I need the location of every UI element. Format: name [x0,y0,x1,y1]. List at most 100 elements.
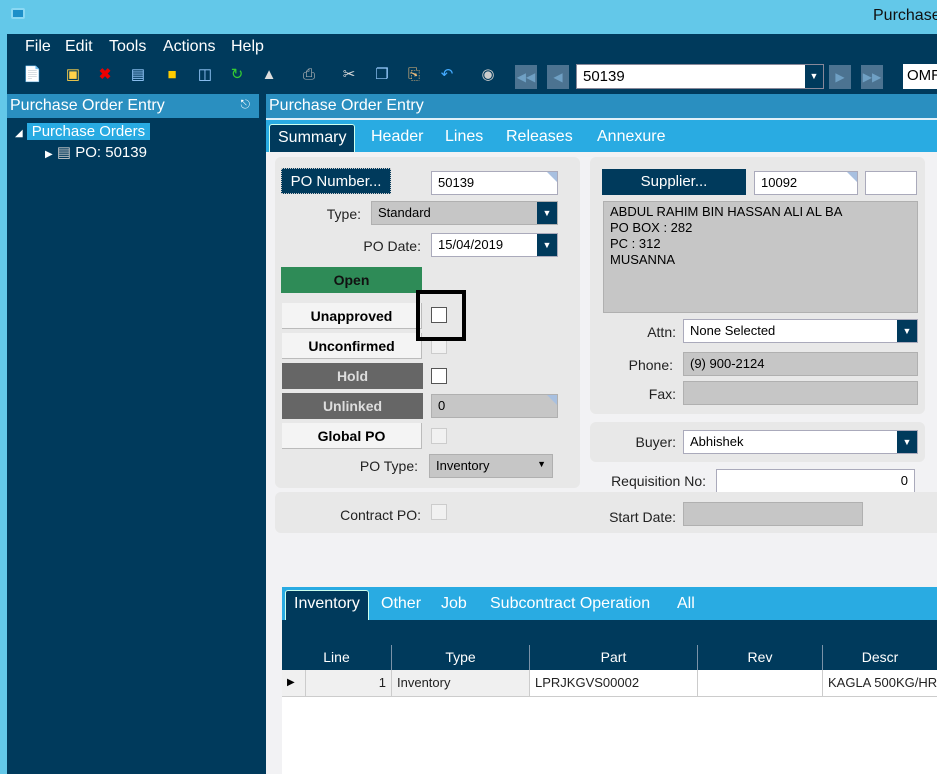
attach-icon[interactable]: ◫ [196,66,214,84]
unlinked-button[interactable]: Unlinked [282,393,423,419]
column-header-rev[interactable]: Rev [698,645,823,670]
tab-other[interactable]: Other [381,595,421,613]
tab-inventory[interactable]: Inventory [285,590,369,620]
left-panel: Purchase Order Entry ⎋ ◢ Purchase Orders ▶… [7,94,259,774]
left-panel-header: Purchase Order Entry ⎋ [7,94,259,118]
supplier-extra-field[interactable] [865,171,917,195]
chevron-down-icon[interactable]: ▼ [537,202,557,224]
po-combo-value: 50139 [583,68,625,85]
po-number-button[interactable]: PO Number... [281,168,391,194]
type-value: Standard [378,205,431,220]
tab-annexure[interactable]: Annexure [597,128,666,146]
tab-header[interactable]: Header [371,128,423,146]
main-panel-header: Purchase Order Entry [266,94,937,118]
previous-record-button[interactable]: ◀ [547,65,569,89]
column-header-description[interactable]: Descr [823,645,937,670]
undo-icon[interactable]: ↶ [438,66,456,84]
tree-item-po[interactable]: ▶ ▤ PO: 50139 [45,143,259,161]
window-title: Purchase [873,7,937,24]
paste-icon[interactable]: ⎘ [405,66,423,84]
last-record-button[interactable]: ▶▶ [861,65,883,89]
row-selector-icon[interactable]: ▶ [282,670,306,697]
start-date-label: Start Date: [609,509,676,525]
fax-label: Fax: [648,386,676,402]
left-panel-title: Purchase Order Entry [10,97,165,114]
hold-button[interactable]: Hold [282,363,423,389]
type-select[interactable]: Standard ▼ [371,201,558,225]
tab-job[interactable]: Job [441,595,467,613]
tree-item-label: PO: 50139 [75,144,147,161]
tab-subcontract-operation[interactable]: Subcontract Operation [490,595,650,613]
print-icon[interactable]: ⎙ [300,66,318,84]
tab-releases[interactable]: Releases [506,128,573,146]
grid-group-bar [282,620,937,645]
tab-lines[interactable]: Lines [445,128,483,146]
menu-tools[interactable]: Tools [109,38,146,56]
menu-actions[interactable]: Actions [163,38,215,56]
po-type-select[interactable]: Inventory ▼ [429,454,553,478]
binoculars-icon[interactable]: ◉ [479,66,497,84]
cell-rev[interactable] [698,670,823,697]
buyer-select[interactable]: Abhishek ▼ [683,430,918,454]
requisition-field[interactable]: 0 [716,469,915,493]
menu-edit[interactable]: Edit [65,38,93,56]
phone-field[interactable]: (9) 900-2124 [683,352,918,376]
save-icon[interactable]: ▣ [64,66,82,84]
menu-help[interactable]: Help [231,38,264,56]
refresh-icon[interactable]: ↻ [228,66,246,84]
cut-icon[interactable]: ✂ [340,66,358,84]
pin-icon[interactable]: ⎋ [241,97,251,112]
supplier-button[interactable]: Supplier... [602,169,746,195]
cell-part[interactable]: LPRJKGVS00002 [530,670,698,697]
po-type-value: Inventory [436,458,490,473]
menu-file[interactable]: File [25,38,51,56]
chevron-down-icon[interactable]: ▼ [897,431,917,453]
note-icon[interactable]: ■ [163,66,181,84]
tab-summary[interactable]: Summary [269,124,356,152]
open-book-icon[interactable]: ▤ [129,66,147,84]
column-header-type[interactable]: Type [392,645,530,670]
cell-type[interactable]: Inventory [392,670,530,697]
title-bar: Purchase [0,0,937,34]
contract-po-checkbox[interactable] [431,504,447,520]
chevron-down-icon[interactable]: ▼ [805,65,823,88]
line-tabs: Inventory Other Job Subcontract Operatio… [282,587,937,620]
cell-description[interactable]: KAGLA 500KG/HR [823,670,937,697]
fax-field[interactable] [683,381,918,405]
global-po-button[interactable]: Global PO [282,423,422,449]
expand-icon[interactable]: ▶ [45,149,53,160]
eraser-icon[interactable]: ▲ [260,66,278,84]
unconfirmed-button[interactable]: Unconfirmed [282,333,422,359]
next-record-button[interactable]: ▶ [829,65,851,89]
collapse-icon[interactable]: ◢ [15,128,23,139]
delete-icon[interactable]: ✖ [96,66,114,84]
po-type-label: PO Type: [359,458,418,474]
first-record-button[interactable]: ◀◀ [515,65,537,89]
chevron-down-icon[interactable]: ▼ [897,320,917,342]
new-document-icon[interactable]: 📄 [23,66,42,84]
lines-grid: Line Type Part Rev Descr ▶ 1 Inventory L… [282,620,937,774]
unapproved-button[interactable]: Unapproved [282,303,422,329]
tab-all[interactable]: All [677,595,695,613]
attn-select[interactable]: None Selected ▼ [683,319,918,343]
po-date-label: PO Date: [363,238,421,254]
column-header-line[interactable]: Line [282,645,392,670]
tree-item-purchase-orders[interactable]: Purchase Orders [26,123,151,140]
po-number-field[interactable]: 50139 [431,171,558,195]
po-date-field[interactable]: 15/04/2019 ▼ [431,233,558,257]
chevron-down-icon[interactable]: ▼ [537,459,546,469]
column-header-part[interactable]: Part [530,645,698,670]
unlinked-field[interactable]: 0 [431,394,558,418]
copy-icon[interactable]: ❐ [373,66,391,84]
start-date-field[interactable] [683,502,863,526]
global-po-checkbox[interactable] [431,428,447,444]
attn-value: None Selected [690,323,776,338]
calendar-dropdown-icon[interactable]: ▼ [537,234,557,256]
status-open: Open [281,267,422,293]
tree-view: ◢ Purchase Orders ▶ ▤ PO: 50139 [7,118,259,161]
currency-field[interactable]: OMR [903,64,937,89]
cell-line[interactable]: 1 [306,670,392,697]
hold-checkbox[interactable] [431,368,447,384]
supplier-id-field[interactable]: 10092 [754,171,858,195]
po-number-combo[interactable]: 50139 ▼ [576,64,824,89]
